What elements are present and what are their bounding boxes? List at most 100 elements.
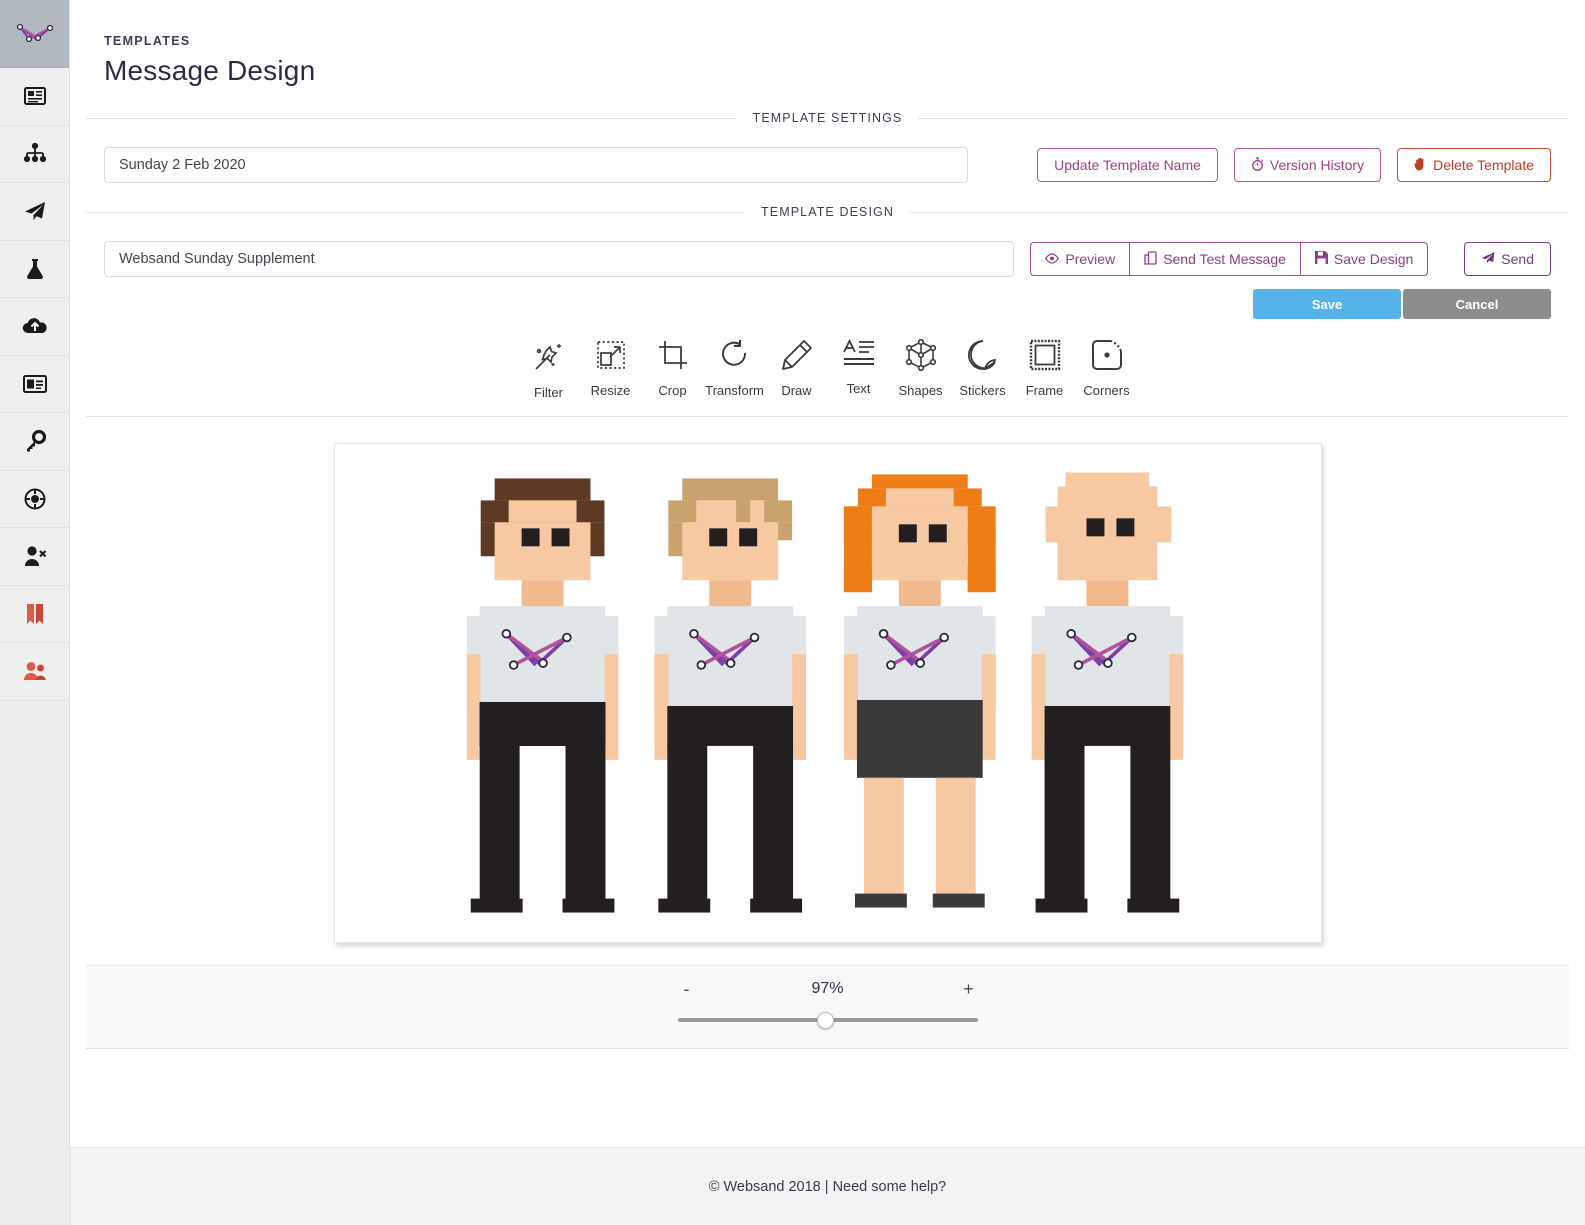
key-icon: [24, 430, 46, 452]
save-design-button[interactable]: Save Design: [1299, 242, 1429, 276]
tool-label: Corners: [1083, 383, 1130, 398]
tool-label: Frame: [1025, 383, 1064, 398]
polygon-node-icon: [905, 338, 937, 376]
eye-icon: [1045, 251, 1060, 267]
save-design-label: Save Design: [1333, 251, 1414, 267]
tool-stickers[interactable]: Stickers: [952, 339, 1014, 400]
send-button[interactable]: Send: [1464, 242, 1551, 276]
newspaper-icon: [23, 86, 46, 106]
tool-label: Crop: [658, 383, 687, 398]
design-action-group: Preview Send Test Message Save Design: [1030, 242, 1429, 276]
template-settings-row: Update Template Name Version History: [70, 127, 1585, 203]
tool-crop[interactable]: Crop: [642, 339, 704, 400]
stopwatch-icon: [1251, 156, 1264, 174]
tool-label: Shapes: [898, 383, 943, 398]
send-label: Send: [1501, 251, 1534, 267]
subject-input[interactable]: [104, 241, 1015, 277]
zoom-in-button[interactable]: +: [960, 980, 978, 998]
template-settings-legend: TEMPLATE SETTINGS: [86, 109, 1569, 127]
zoom-bar: - 97% +: [86, 965, 1569, 1049]
hand-stop-icon: [1414, 157, 1427, 174]
template-design-row: Preview Send Test Message: [70, 221, 1585, 289]
cancel-button-label: Cancel: [1455, 296, 1499, 312]
page-content: TEMPLATES Message Design TEMPLATE SETTIN…: [70, 0, 1585, 1147]
delete-template-label: Delete Template: [1433, 157, 1534, 173]
lifebuoy-icon: [24, 488, 46, 510]
paper-plane-icon: [23, 200, 47, 222]
delete-template-button[interactable]: Delete Template: [1397, 148, 1551, 182]
zoom-slider-handle[interactable]: [816, 1012, 834, 1029]
sidebar-item-content[interactable]: [0, 68, 69, 126]
tool-text[interactable]: Text: [828, 338, 890, 400]
template-settings-legend-label: TEMPLATE SETTINGS: [736, 111, 919, 125]
save-button[interactable]: Save: [1253, 289, 1401, 319]
sidebar-item-segments[interactable]: [0, 125, 69, 183]
crop-icon: [657, 339, 689, 376]
tool-label: Transform: [705, 383, 764, 398]
corner-radius-icon: [1091, 339, 1123, 376]
sidebar: [0, 0, 70, 1225]
version-history-label: Version History: [1269, 157, 1365, 173]
zoom-out-button[interactable]: -: [678, 980, 696, 998]
editor-toolbar: Filter Resize Crop Transform Draw Text S…: [70, 325, 1585, 416]
flask-icon: [25, 258, 45, 280]
tool-frame[interactable]: Frame: [1014, 339, 1076, 400]
sidebar-item-guides[interactable]: [0, 585, 69, 643]
template-design-legend-label: TEMPLATE DESIGN: [745, 205, 910, 219]
footer: © Websand 2018 | Need some help?: [70, 1147, 1585, 1225]
cancel-button[interactable]: Cancel: [1403, 289, 1551, 319]
figure-man-blonde-hair: [653, 478, 806, 913]
sitemap-icon: [23, 142, 47, 165]
stamp-frame-icon: [1029, 339, 1061, 376]
zoom-percent-label: 97%: [811, 980, 844, 997]
sidebar-brand-logo[interactable]: [0, 0, 69, 68]
tool-shapes[interactable]: Shapes: [890, 338, 952, 400]
magic-wand-icon: [532, 339, 566, 378]
zoom-top-row: - 97% +: [678, 980, 978, 998]
sidebar-item-api-keys[interactable]: [0, 413, 69, 471]
resize-icon: [595, 339, 627, 376]
sidebar-item-contacts[interactable]: [0, 355, 69, 413]
sidebar-item-experiments[interactable]: [0, 240, 69, 298]
sidebar-item-campaigns[interactable]: [0, 183, 69, 241]
save-cancel-row: Save Cancel: [70, 289, 1585, 325]
canvas-area: [70, 417, 1585, 965]
tool-filter[interactable]: Filter: [518, 339, 580, 400]
version-history-button[interactable]: Version History: [1233, 148, 1382, 182]
preview-button[interactable]: Preview: [1030, 242, 1130, 276]
tool-label: Stickers: [959, 383, 1006, 398]
zoom-controls: - 97% +: [677, 980, 978, 1029]
preview-label: Preview: [1065, 251, 1116, 267]
paper-plane-icon: [1481, 251, 1495, 267]
floppy-disk-icon: [1314, 251, 1328, 267]
id-card-icon: [22, 374, 47, 393]
page-header: TEMPLATES Message Design: [70, 0, 1585, 109]
tool-label: Filter: [534, 385, 563, 400]
page-title: Message Design: [104, 55, 316, 86]
update-template-name-button[interactable]: Update Template Name: [1037, 148, 1218, 182]
sidebar-item-unsubscribes[interactable]: [0, 528, 69, 586]
sidebar-item-team[interactable]: [0, 643, 69, 701]
figure-man-brown-hair: [466, 478, 618, 913]
main-area: TEMPLATES Message Design TEMPLATE SETTIN…: [70, 0, 1585, 1225]
zoom-slider[interactable]: [677, 1012, 978, 1029]
footer-text: © Websand 2018 | Need some help?: [709, 1179, 947, 1195]
tool-corners[interactable]: Corners: [1076, 339, 1138, 400]
text-lines-icon: [842, 338, 875, 374]
tool-resize[interactable]: Resize: [580, 339, 642, 400]
footer-copyright: © Websand 2018 |: [708, 1178, 833, 1195]
tool-draw[interactable]: Draw: [766, 339, 828, 400]
update-template-name-label: Update Template Name: [1054, 157, 1201, 173]
send-test-message-button[interactable]: Send Test Message: [1129, 242, 1300, 276]
mobile-icon: [1144, 250, 1157, 268]
sticker-icon: [967, 339, 999, 376]
pencil-icon: [781, 339, 813, 376]
sidebar-item-import[interactable]: [0, 298, 69, 356]
tool-label: Draw: [781, 383, 812, 398]
tool-transform[interactable]: Transform: [704, 339, 766, 400]
sidebar-item-support[interactable]: [0, 470, 69, 528]
canvas-illustration: [466, 472, 1183, 913]
template-name-input[interactable]: [104, 147, 968, 183]
help-link[interactable]: Need some help?: [833, 1179, 947, 1195]
design-canvas[interactable]: [333, 443, 1322, 943]
